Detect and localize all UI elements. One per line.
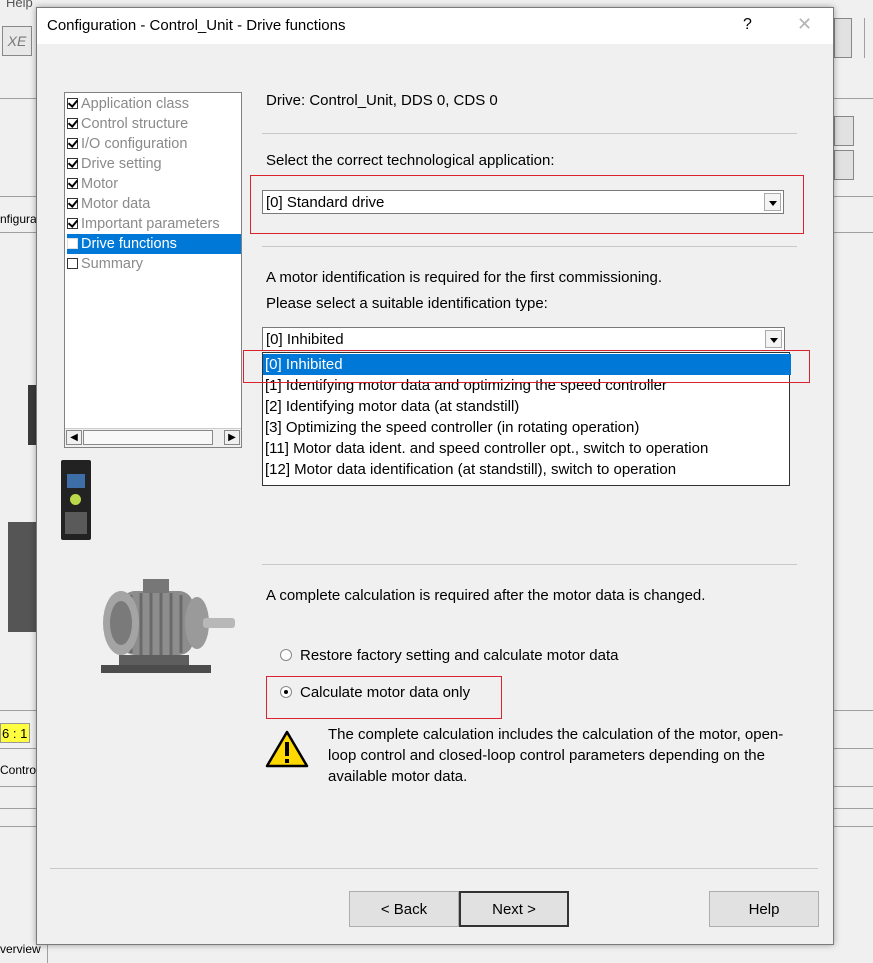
checkbox-empty-icon	[67, 238, 78, 249]
radio-button[interactable]	[280, 686, 292, 698]
checkbox-checked-icon	[67, 218, 78, 229]
tree-item-label: Motor data	[81, 196, 151, 212]
radio-calc-only-label: Calculate motor data only	[300, 684, 471, 701]
configuration-dialog: Configuration - Control_Unit - Drive fun…	[36, 7, 834, 945]
drive-info: Drive: Control_Unit, DDS 0, CDS 0	[266, 92, 498, 109]
tech-app-label: Select the correct technological applica…	[266, 152, 555, 169]
tree-item[interactable]: Summary	[67, 254, 147, 274]
separator	[262, 246, 797, 247]
title-bar[interactable]: Configuration - Control_Unit - Drive fun…	[37, 8, 833, 44]
radio-restore-factory[interactable]: Restore factory setting and calculate mo…	[280, 647, 619, 664]
tree-item[interactable]: Drive functions	[67, 234, 241, 254]
chevron-down-icon[interactable]	[764, 193, 781, 211]
tree-item-label: Drive functions	[81, 236, 177, 252]
dialog-title: Configuration - Control_Unit - Drive fun…	[47, 17, 346, 34]
chevron-down-icon[interactable]	[765, 330, 782, 348]
ident-type-value: [0] Inhibited	[266, 331, 344, 348]
wizard-step-tree[interactable]: Application class Control structure I/O co…	[64, 92, 242, 448]
scroll-right-icon[interactable]: ▶	[224, 430, 240, 445]
checkbox-empty-icon	[67, 258, 78, 269]
checkbox-checked-icon	[67, 198, 78, 209]
checkbox-checked-icon	[67, 158, 78, 169]
tree-horizontal-scrollbar[interactable]: ◀ ▶	[65, 428, 241, 447]
checkbox-checked-icon	[67, 138, 78, 149]
bg-button[interactable]	[834, 18, 852, 58]
tree-item-label: Summary	[81, 256, 144, 272]
scrollbar-thumb[interactable]	[83, 430, 213, 445]
motor-image	[101, 579, 235, 673]
bg-button[interactable]	[834, 116, 854, 146]
close-icon[interactable]: ✕	[797, 14, 812, 35]
tree-item-label: Drive setting	[81, 156, 162, 172]
tree-item[interactable]: Drive setting	[67, 154, 166, 174]
bg-overview-tab[interactable]: verview	[0, 942, 41, 956]
dropdown-option[interactable]: [12] Motor data identification (at stand…	[263, 459, 791, 480]
help-button[interactable]: Help	[709, 891, 819, 927]
radio-restore-label: Restore factory setting and calculate mo…	[300, 647, 619, 664]
tech-app-value: [0] Standard drive	[266, 194, 385, 211]
tree-item[interactable]: Motor data	[67, 194, 154, 214]
dropdown-option[interactable]: [3] Optimizing the speed controller (in …	[263, 417, 791, 438]
tree-item-label: Motor	[81, 176, 119, 192]
highlight-box	[243, 350, 810, 383]
ident-type-select[interactable]: [0] Inhibited	[262, 327, 785, 351]
warning-icon	[265, 730, 309, 768]
warning-text: The complete calculation includes the ca…	[328, 726, 784, 785]
tree-item[interactable]: I/O configuration	[67, 134, 191, 154]
tree-item[interactable]: Control structure	[67, 114, 192, 134]
ident-label: A motor identification is required for t…	[266, 269, 662, 286]
scroll-left-icon[interactable]: ◀	[66, 430, 82, 445]
separator	[50, 868, 818, 869]
dropdown-option[interactable]: [11] Motor data ident. and speed control…	[263, 438, 791, 459]
back-button[interactable]: < Back	[349, 891, 459, 927]
tree-item[interactable]: Motor	[67, 174, 122, 194]
separator	[262, 133, 797, 134]
checkbox-checked-icon	[67, 118, 78, 129]
radio-calc-only[interactable]: Calculate motor data only	[280, 684, 470, 701]
calc-label: A complete calculation is required after…	[266, 587, 706, 604]
checkbox-checked-icon	[67, 98, 78, 109]
radio-button[interactable]	[280, 649, 292, 661]
bg-help-menu[interactable]: Help	[6, 0, 33, 10]
tree-item-label: Control structure	[81, 116, 189, 132]
tech-app-select[interactable]: [0] Standard drive	[262, 190, 784, 214]
drive-device-image	[61, 460, 91, 540]
separator	[262, 564, 797, 565]
ident-prompt: Please select a suitable identification …	[266, 295, 548, 312]
next-button[interactable]: Next >	[459, 891, 569, 927]
bg-button[interactable]	[834, 150, 854, 180]
checkbox-checked-icon	[67, 178, 78, 189]
bg-toolbar-button[interactable]: XE	[2, 26, 32, 56]
help-question-icon[interactable]: ?	[743, 16, 752, 34]
tree-item-label: Important parameters	[81, 216, 220, 232]
bg-ratio-badge: 6 : 1	[0, 723, 30, 743]
tree-item-label: I/O configuration	[81, 136, 188, 152]
tree-item[interactable]: Important parameters	[67, 214, 224, 234]
dropdown-option[interactable]: [2] Identifying motor data (at standstil…	[263, 396, 791, 417]
tree-item[interactable]: Application class	[67, 94, 193, 114]
tree-item-label: Application class	[81, 96, 189, 112]
